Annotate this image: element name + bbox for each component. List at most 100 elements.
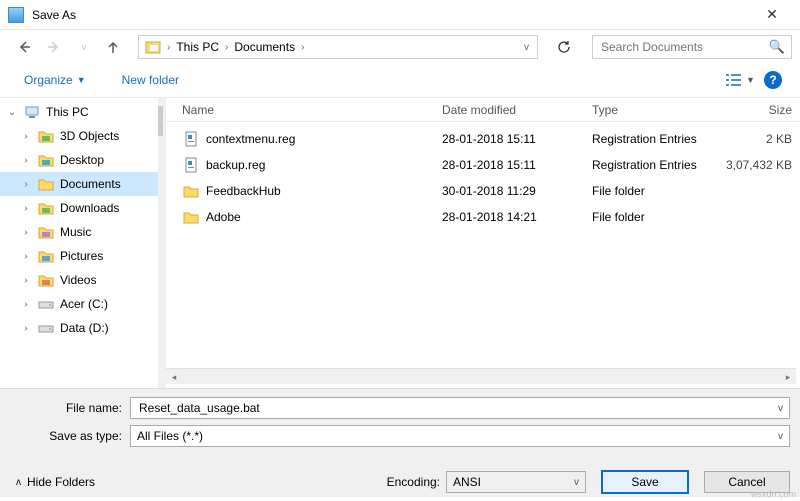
col-date-header[interactable]: Date modified (442, 103, 592, 117)
file-date: 28-01-2018 15:11 (442, 132, 592, 146)
file-date: 30-01-2018 11:29 (442, 184, 592, 198)
file-date: 28-01-2018 14:21 (442, 210, 592, 224)
folder-doc-icon (38, 176, 54, 192)
footer: ʌ Hide Folders Encoding: ANSI v Save Can… (0, 461, 800, 497)
file-size: 2 KB (722, 132, 792, 146)
back-button[interactable] (14, 37, 34, 57)
file-name: FeedbackHub (206, 184, 281, 198)
chevron-down-icon[interactable]: v (778, 403, 783, 414)
file-type: File folder (592, 210, 722, 224)
column-headers[interactable]: Name Date modified Type Size (166, 98, 800, 122)
expand-icon[interactable]: › (20, 227, 32, 238)
recent-dropdown[interactable]: v (74, 37, 94, 57)
sidebar-item-this-pc[interactable]: ⌄ This PC (0, 100, 158, 124)
file-name: Adobe (206, 210, 241, 224)
sidebar-item-videos[interactable]: › Videos (0, 268, 158, 292)
expand-icon[interactable]: › (20, 131, 32, 142)
refresh-button[interactable] (552, 35, 576, 59)
sidebar-item-documents[interactable]: ›Documents (0, 172, 158, 196)
horizontal-scrollbar[interactable]: ◂ ▸ (166, 368, 796, 384)
hide-folders-button[interactable]: ʌ Hide Folders (10, 475, 95, 489)
encoding-select[interactable]: ANSI v (446, 471, 586, 493)
file-size: 3,07,432 KB (722, 158, 792, 172)
sidebar-item-acer-c-[interactable]: › Acer (C:) (0, 292, 158, 316)
expand-icon[interactable]: ⌄ (6, 107, 18, 118)
forward-button[interactable] (44, 37, 64, 57)
breadcrumb-item[interactable]: Documents (230, 40, 299, 54)
filename-input[interactable] (137, 400, 778, 416)
sidebar-item-pictures[interactable]: › Pictures (0, 244, 158, 268)
file-row[interactable]: contextmenu.reg 28-01-2018 15:11Registrat… (182, 126, 800, 152)
organize-button[interactable]: Organize▼ (18, 69, 92, 91)
search-box[interactable]: 🔍 (592, 35, 792, 59)
file-type: Registration Entries (592, 158, 722, 172)
close-button[interactable]: ✕ (752, 1, 792, 29)
watermark: wsxdn.com (751, 489, 796, 499)
sidebar-item-label: 3D Objects (60, 129, 119, 143)
folder-doc-icon (145, 39, 161, 55)
file-name: backup.reg (206, 158, 265, 172)
drive-icon (38, 296, 54, 312)
filename-label: File name: (10, 401, 130, 415)
folder-teal-icon (38, 152, 54, 168)
sidebar-item-label: This PC (46, 105, 89, 119)
folder-icon (182, 182, 200, 200)
folder-3d-icon (38, 128, 54, 144)
save-button[interactable]: Save (602, 471, 688, 493)
file-type: File folder (592, 184, 722, 198)
sidebar-item-data-d-[interactable]: › Data (D:) (0, 316, 158, 340)
scroll-left-icon[interactable]: ◂ (166, 369, 182, 385)
file-row[interactable]: FeedbackHub 30-01-2018 11:29File folder (182, 178, 800, 204)
new-folder-button[interactable]: New folder (116, 69, 185, 91)
sidebar-item-desktop[interactable]: ›Desktop (0, 148, 158, 172)
window-title: Save As (32, 8, 752, 22)
expand-icon[interactable]: › (20, 251, 32, 262)
file-row[interactable]: backup.reg28-01-2018 15:11Registration E… (182, 152, 800, 178)
sidebar-item-3d-objects[interactable]: › 3D Objects (0, 124, 158, 148)
expand-icon[interactable]: › (20, 155, 32, 166)
col-type-header[interactable]: Type (592, 103, 722, 117)
savetype-combo[interactable]: All Files (*.*) v (130, 425, 790, 447)
col-size-header[interactable]: Size (722, 103, 792, 117)
savetype-label: Save as type: (10, 429, 130, 443)
form-area: File name: v Save as type: All Files (*.… (0, 388, 800, 461)
splitter[interactable] (158, 98, 166, 388)
expand-icon[interactable]: › (20, 275, 32, 286)
pc-icon (24, 104, 40, 120)
sidebar-item-label: Downloads (60, 201, 119, 215)
expand-icon[interactable]: › (20, 323, 32, 334)
sidebar-item-label: Videos (60, 273, 96, 287)
chevron-down-icon[interactable]: v (778, 431, 783, 442)
expand-icon[interactable]: › (20, 179, 32, 190)
chevron-up-icon: ʌ (16, 477, 21, 488)
help-button[interactable]: ? (764, 71, 782, 89)
folder-dl-icon (38, 200, 54, 216)
chevron-right-icon: › (223, 42, 230, 53)
app-icon (8, 7, 24, 23)
file-row[interactable]: Adobe 28-01-2018 14:21File folder (182, 204, 800, 230)
sidebar-item-label: Acer (C:) (60, 297, 108, 311)
chevron-down-icon: v (574, 477, 579, 488)
expand-icon[interactable]: › (20, 203, 32, 214)
filename-combo[interactable]: v (130, 397, 790, 419)
address-bar[interactable]: › This PC › Documents › v (138, 35, 538, 59)
file-name: contextmenu.reg (206, 132, 295, 146)
view-options-button[interactable]: ▼ (726, 72, 754, 88)
expand-icon[interactable]: › (20, 299, 32, 310)
sidebar: ⌄This PC›3D Objects›Desktop›Documents›Do… (0, 98, 158, 388)
scroll-right-icon[interactable]: ▸ (780, 369, 796, 385)
search-icon[interactable]: 🔍 (769, 39, 785, 55)
sidebar-item-music[interactable]: ›Music (0, 220, 158, 244)
file-list: contextmenu.reg 28-01-2018 15:11Registrat… (166, 122, 800, 368)
file-type: Registration Entries (592, 132, 722, 146)
sidebar-item-downloads[interactable]: › Downloads (0, 196, 158, 220)
up-button[interactable] (104, 37, 122, 57)
sidebar-item-label: Data (D:) (60, 321, 109, 335)
chevron-right-icon: › (165, 42, 172, 53)
address-dropdown-icon[interactable]: v (520, 42, 533, 53)
search-input[interactable] (599, 39, 769, 55)
nav-bar: v › This PC › Documents › v 🔍 (0, 30, 800, 62)
sidebar-item-label: Pictures (60, 249, 103, 263)
breadcrumb-item[interactable]: This PC (172, 40, 223, 54)
col-name-header[interactable]: Name (182, 103, 442, 117)
